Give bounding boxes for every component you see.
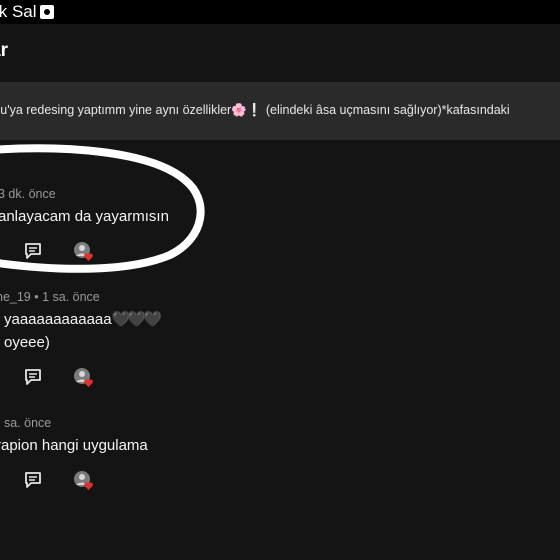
comment-text-line: yaaaaaaaaaaaa <box>4 311 112 328</box>
status-time: ık Sal <box>0 2 37 21</box>
status-bar: ık Sal <box>0 0 560 24</box>
comment-reply-icon[interactable] <box>23 470 43 490</box>
creator-like-avatar-icon[interactable] <box>73 470 93 490</box>
creator-like-avatar-icon[interactable] <box>73 367 93 387</box>
creator-like-avatar-icon[interactable] <box>73 241 93 261</box>
post-description-text: zu'ya redesing yaptımm yine aynı özellik… <box>0 103 510 118</box>
post-description-part1: zu'ya redesing yaptımm yine aynı özellik… <box>0 103 232 117</box>
comment-reply-icon[interactable] <box>23 241 43 261</box>
exclamation-emoji: ❕ <box>246 103 263 117</box>
app-bar: ar <box>0 24 560 80</box>
comment-meta: 3 dk. önce <box>0 187 56 201</box>
comment-meta: ne_19 • 1 sa. önce <box>0 290 100 304</box>
flower-emoji: 🌸 <box>231 103 247 117</box>
app-screen: ık Sal ar zu'ya redesing yaptımm yine ay… <box>0 0 560 560</box>
comment-text: anlayacam da yayarmısın <box>0 208 169 225</box>
post-description[interactable]: zu'ya redesing yaptımm yine aynı özellik… <box>0 82 560 140</box>
post-description-part2: (elindeki âsa uçmasını sağlıyor)*kafasın… <box>262 103 510 117</box>
comment-text: yaaaaaaaaaaaa🖤🖤🖤 <box>4 309 162 331</box>
notification-icon <box>40 5 54 19</box>
comment-reply-icon[interactable] <box>23 367 43 387</box>
page-title: ar <box>0 40 8 61</box>
black-heart-emojis: 🖤🖤🖤 <box>111 311 162 328</box>
comment-text-line: oyeee) <box>4 334 50 351</box>
comment-text: rapion hangi uygulama <box>0 437 148 454</box>
comment-meta: sa. önce <box>4 416 52 430</box>
